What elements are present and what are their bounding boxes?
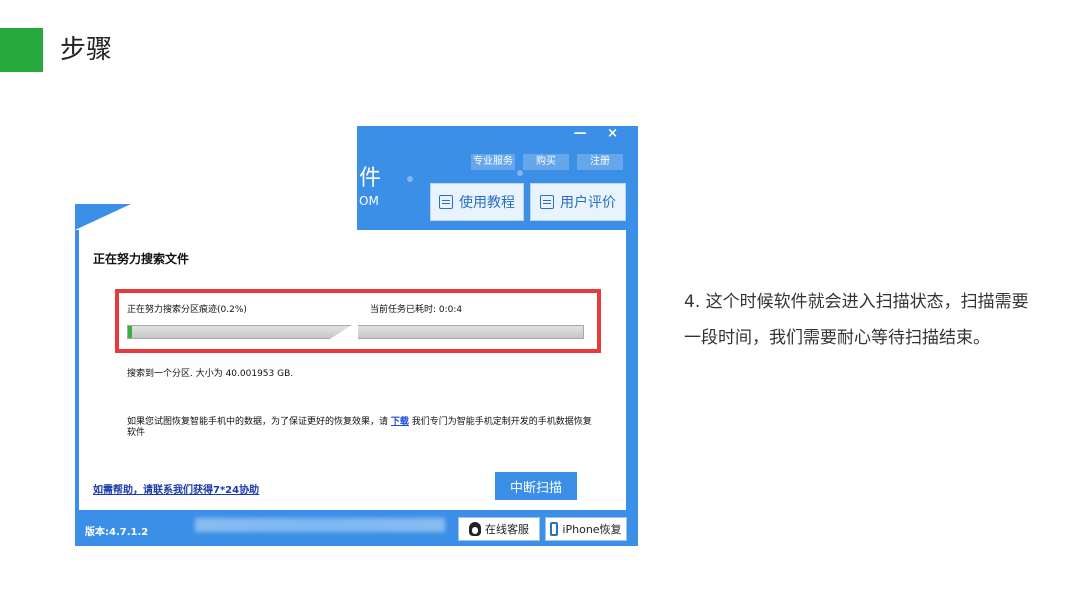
review-label: 用户评价 xyxy=(560,195,616,211)
highlight-box xyxy=(115,289,601,353)
blurred-area xyxy=(195,518,445,532)
slide-title: 步骤 xyxy=(60,35,113,65)
progress-fill xyxy=(128,326,132,338)
dialog-body-right xyxy=(357,230,626,510)
callout-notch xyxy=(330,321,358,339)
tutorial-label: 使用教程 xyxy=(459,195,515,211)
app-screenshot: — × 专业服务 购买 注册 件 OM 使用教程 用户评价 正在努力搜索文件 正… xyxy=(75,126,638,546)
iphone-recovery-label: iPhone恢复 xyxy=(562,523,622,536)
stop-scan-button[interactable]: 中断扫描 xyxy=(495,472,577,500)
step-description: 4. 这个时候软件就会进入扫描状态，扫描需要一段时间，我们需要耐心等待扫描结束。 xyxy=(684,292,1029,348)
iphone-recovery-button[interactable]: iPhone恢复 xyxy=(545,517,627,541)
accent-bar xyxy=(0,28,43,72)
phone-icon xyxy=(550,522,559,536)
comment-icon xyxy=(540,195,554,209)
tutorial-button[interactable]: 使用教程 xyxy=(430,183,524,221)
version-label: 版本:4.7.1.2 xyxy=(85,527,149,538)
dialog-edge xyxy=(75,230,79,546)
window-controls[interactable]: — × xyxy=(574,126,626,141)
dialog-title: 正在努力搜索文件 xyxy=(93,252,190,266)
elapsed-time: 当前任务已耗时: 0:0:4 xyxy=(370,305,463,315)
review-button[interactable]: 用户评价 xyxy=(530,183,626,221)
online-service-button[interactable]: 在线客服 xyxy=(458,517,540,541)
qq-penguin-icon xyxy=(469,522,481,536)
top-link-buy[interactable]: 购买 xyxy=(523,154,569,170)
document-icon xyxy=(439,195,453,209)
dialog-corner xyxy=(75,204,131,230)
top-link-pro-service[interactable]: 专业服务 xyxy=(471,154,515,170)
found-partition-text: 搜索到一个分区. 大小为 40.001953 GB. xyxy=(127,369,294,379)
brand-fragment-2: OM xyxy=(359,194,379,208)
brand-fragment: 件 xyxy=(359,166,382,191)
scan-status: 正在努力搜索分区痕迹(0.2%) xyxy=(127,305,247,315)
online-service-label: 在线客服 xyxy=(485,523,529,536)
tip-before: 如果您试图恢复智能手机中的数据，为了保证更好的恢复效果，请 xyxy=(127,417,389,427)
download-link[interactable]: 下载 xyxy=(391,417,409,427)
dialog-body xyxy=(75,230,357,546)
phone-tip: 如果您试图恢复智能手机中的数据，为了保证更好的恢复效果，请 下载 我们专门为智能… xyxy=(127,417,597,439)
top-link-register[interactable]: 注册 xyxy=(577,154,623,170)
help-link[interactable]: 如需帮助，请联系我们获得7*24协助 xyxy=(93,481,259,496)
